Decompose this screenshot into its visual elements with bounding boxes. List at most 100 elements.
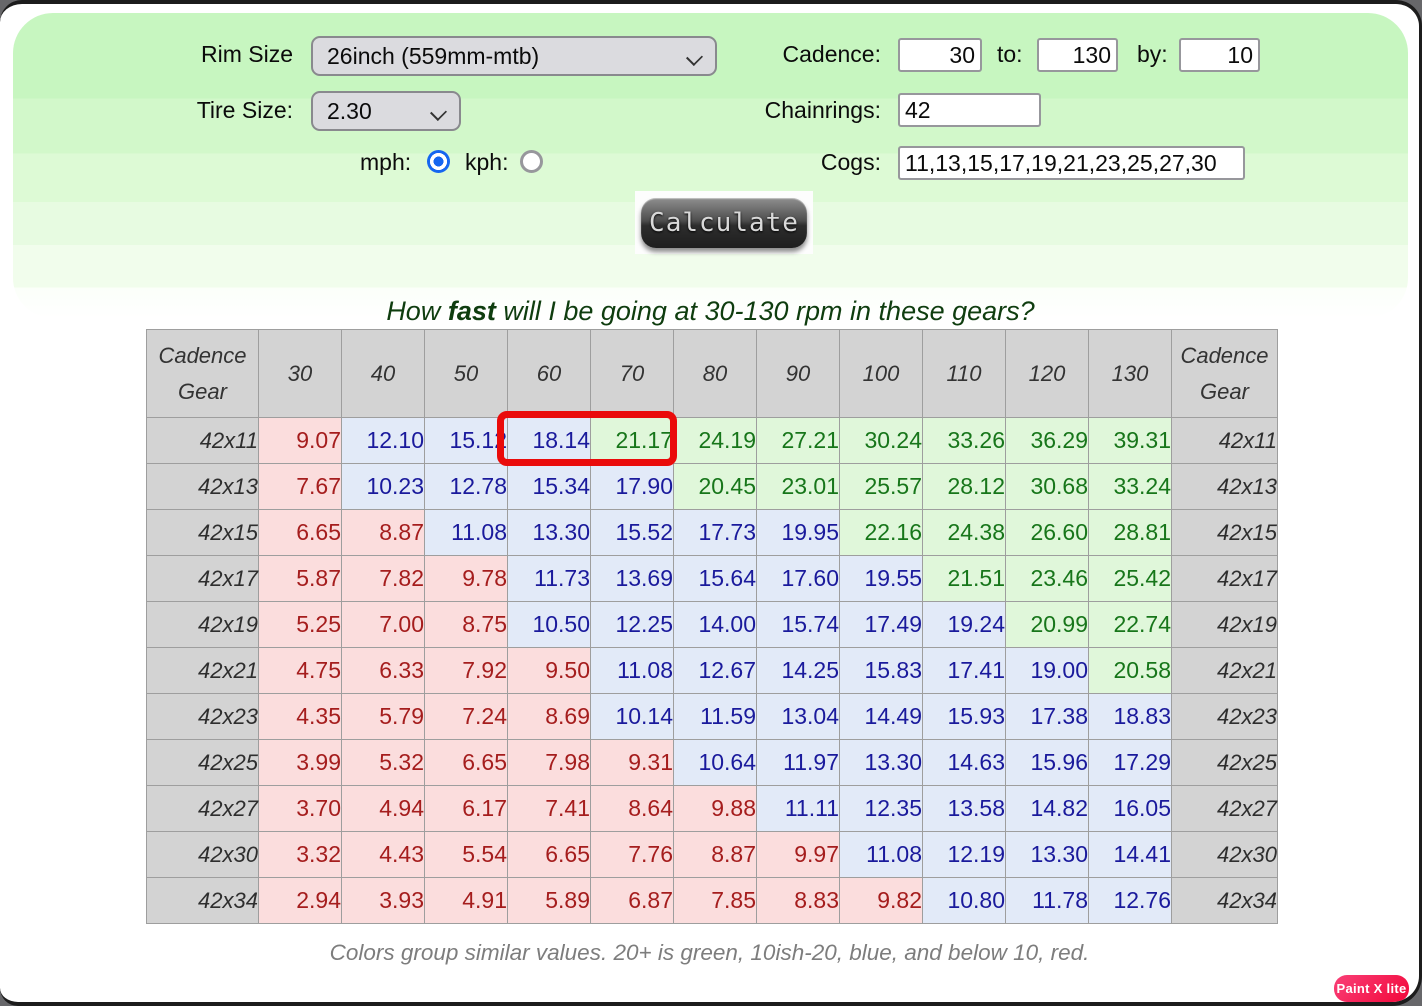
table-row: 42x273.704.946.177.418.649.8811.1112.351…: [147, 786, 1278, 832]
kph-radio[interactable]: [520, 150, 543, 173]
speed-cell: 17.90: [591, 464, 674, 510]
speed-cell: 12.76: [1089, 878, 1172, 924]
speed-cell: 14.41: [1089, 832, 1172, 878]
page-title: How fast will I be going at 30-130 rpm i…: [13, 296, 1408, 327]
speed-cell: 5.87: [259, 556, 342, 602]
speed-cell: 15.74: [757, 602, 840, 648]
calculator-form-panel: Rim Size 26inch (559mm-mtb) Cadence: 30 …: [13, 13, 1408, 318]
speed-cell: 11.78: [1006, 878, 1089, 924]
speed-cell: 12.78: [425, 464, 508, 510]
speed-cell: 20.58: [1089, 648, 1172, 694]
speed-cell: 7.24: [425, 694, 508, 740]
cogs-label: Cogs:: [753, 149, 881, 176]
table-header: CadenceGear30405060708090100110120130Cad…: [147, 330, 1278, 418]
speed-cell: 21.51: [923, 556, 1006, 602]
gear-label-cell: 42x25: [1172, 740, 1278, 786]
speed-cell: 9.82: [840, 878, 923, 924]
rim-size-select[interactable]: 26inch (559mm-mtb): [311, 36, 717, 76]
speed-cell: 10.23: [342, 464, 425, 510]
speed-cell: 4.94: [342, 786, 425, 832]
speed-cell: 3.32: [259, 832, 342, 878]
app-window: Rim Size 26inch (559mm-mtb) Cadence: 30 …: [0, 0, 1422, 1006]
paint-x-lite-watermark: Paint X lite: [1334, 975, 1409, 1002]
table-row: 42x214.756.337.929.5011.0812.6714.2515.8…: [147, 648, 1278, 694]
calculate-button[interactable]: Calculate: [641, 198, 807, 248]
speed-cell: 39.31: [1089, 418, 1172, 464]
speed-cell: 6.65: [508, 832, 591, 878]
speed-cell: 18.14: [508, 418, 591, 464]
speed-cell: 30.24: [840, 418, 923, 464]
speed-cell: 20.45: [674, 464, 757, 510]
cadence-label: Cadence:: [733, 41, 881, 68]
gear-label-cell: 42x27: [1172, 786, 1278, 832]
speed-cell: 9.31: [591, 740, 674, 786]
speed-cell: 9.97: [757, 832, 840, 878]
cadence-to-input[interactable]: 130: [1037, 38, 1118, 72]
speed-cell: 8.69: [508, 694, 591, 740]
speed-cell: 10.50: [508, 602, 591, 648]
speed-cell: 15.52: [591, 510, 674, 556]
gear-label-cell: 42x34: [1172, 878, 1278, 924]
speed-cell: 13.04: [757, 694, 840, 740]
rim-size-label: Rim Size: [133, 41, 293, 68]
speed-cell: 8.87: [342, 510, 425, 556]
speed-cell: 19.55: [840, 556, 923, 602]
speed-cell: 22.16: [840, 510, 923, 556]
speed-cell: 15.12: [425, 418, 508, 464]
chainrings-input[interactable]: 42: [898, 93, 1041, 127]
speed-cell: 11.08: [591, 648, 674, 694]
speed-cell: 12.25: [591, 602, 674, 648]
cadence-header-cell: 100: [840, 330, 923, 418]
title-suffix: will I be going at 30-130 rpm in these g…: [496, 296, 1035, 326]
gear-label-cell: 42x11: [1172, 418, 1278, 464]
speed-cell: 11.73: [508, 556, 591, 602]
gear-label-cell: 42x30: [147, 832, 259, 878]
speed-cell: 10.64: [674, 740, 757, 786]
speed-cell: 16.05: [1089, 786, 1172, 832]
gear-label-cell: 42x34: [147, 878, 259, 924]
gear-label-cell: 42x23: [1172, 694, 1278, 740]
speed-cell: 7.41: [508, 786, 591, 832]
gear-label-cell: 42x30: [1172, 832, 1278, 878]
speed-cell: 4.75: [259, 648, 342, 694]
title-bold-word: fast: [448, 296, 496, 326]
speed-cell: 22.74: [1089, 602, 1172, 648]
gear-label-cell: 42x21: [147, 648, 259, 694]
table-row: 42x253.995.326.657.989.3110.6411.9713.30…: [147, 740, 1278, 786]
gear-label-cell: 42x15: [1172, 510, 1278, 556]
tire-size-select[interactable]: 2.30: [311, 91, 461, 131]
cadence-from-input[interactable]: 30: [898, 38, 982, 72]
speed-cell: 23.01: [757, 464, 840, 510]
speed-cell: 17.38: [1006, 694, 1089, 740]
speed-cell: 13.30: [1006, 832, 1089, 878]
speed-cell: 17.60: [757, 556, 840, 602]
speed-cell: 8.64: [591, 786, 674, 832]
speed-cell: 19.24: [923, 602, 1006, 648]
gear-label-cell: 42x13: [1172, 464, 1278, 510]
cogs-input[interactable]: 11,13,15,17,19,21,23,25,27,30: [898, 146, 1245, 180]
speed-cell: 5.79: [342, 694, 425, 740]
speed-cell: 4.35: [259, 694, 342, 740]
speed-cell: 7.92: [425, 648, 508, 694]
speed-cell: 8.83: [757, 878, 840, 924]
by-label: by:: [1137, 41, 1168, 68]
gear-label-cell: 42x13: [147, 464, 259, 510]
chevron-down-icon: [430, 104, 447, 121]
speed-cell: 12.19: [923, 832, 1006, 878]
speed-cell: 30.68: [1006, 464, 1089, 510]
speed-cell: 7.82: [342, 556, 425, 602]
cadence-header-cell: 120: [1006, 330, 1089, 418]
speed-cell: 14.63: [923, 740, 1006, 786]
speed-cell: 9.88: [674, 786, 757, 832]
cadence-by-input[interactable]: 10: [1179, 38, 1260, 72]
gear-label-cell: 42x19: [147, 602, 259, 648]
cadence-header-cell: 40: [342, 330, 425, 418]
tire-size-value: 2.30: [327, 98, 372, 125]
mph-radio[interactable]: [427, 150, 450, 173]
rim-size-value: 26inch (559mm-mtb): [327, 43, 539, 70]
speed-cell: 9.50: [508, 648, 591, 694]
speed-cell: 14.49: [840, 694, 923, 740]
table-row: 42x156.658.8711.0813.3015.5217.7319.9522…: [147, 510, 1278, 556]
speed-cell: 8.75: [425, 602, 508, 648]
speed-cell: 10.80: [923, 878, 1006, 924]
